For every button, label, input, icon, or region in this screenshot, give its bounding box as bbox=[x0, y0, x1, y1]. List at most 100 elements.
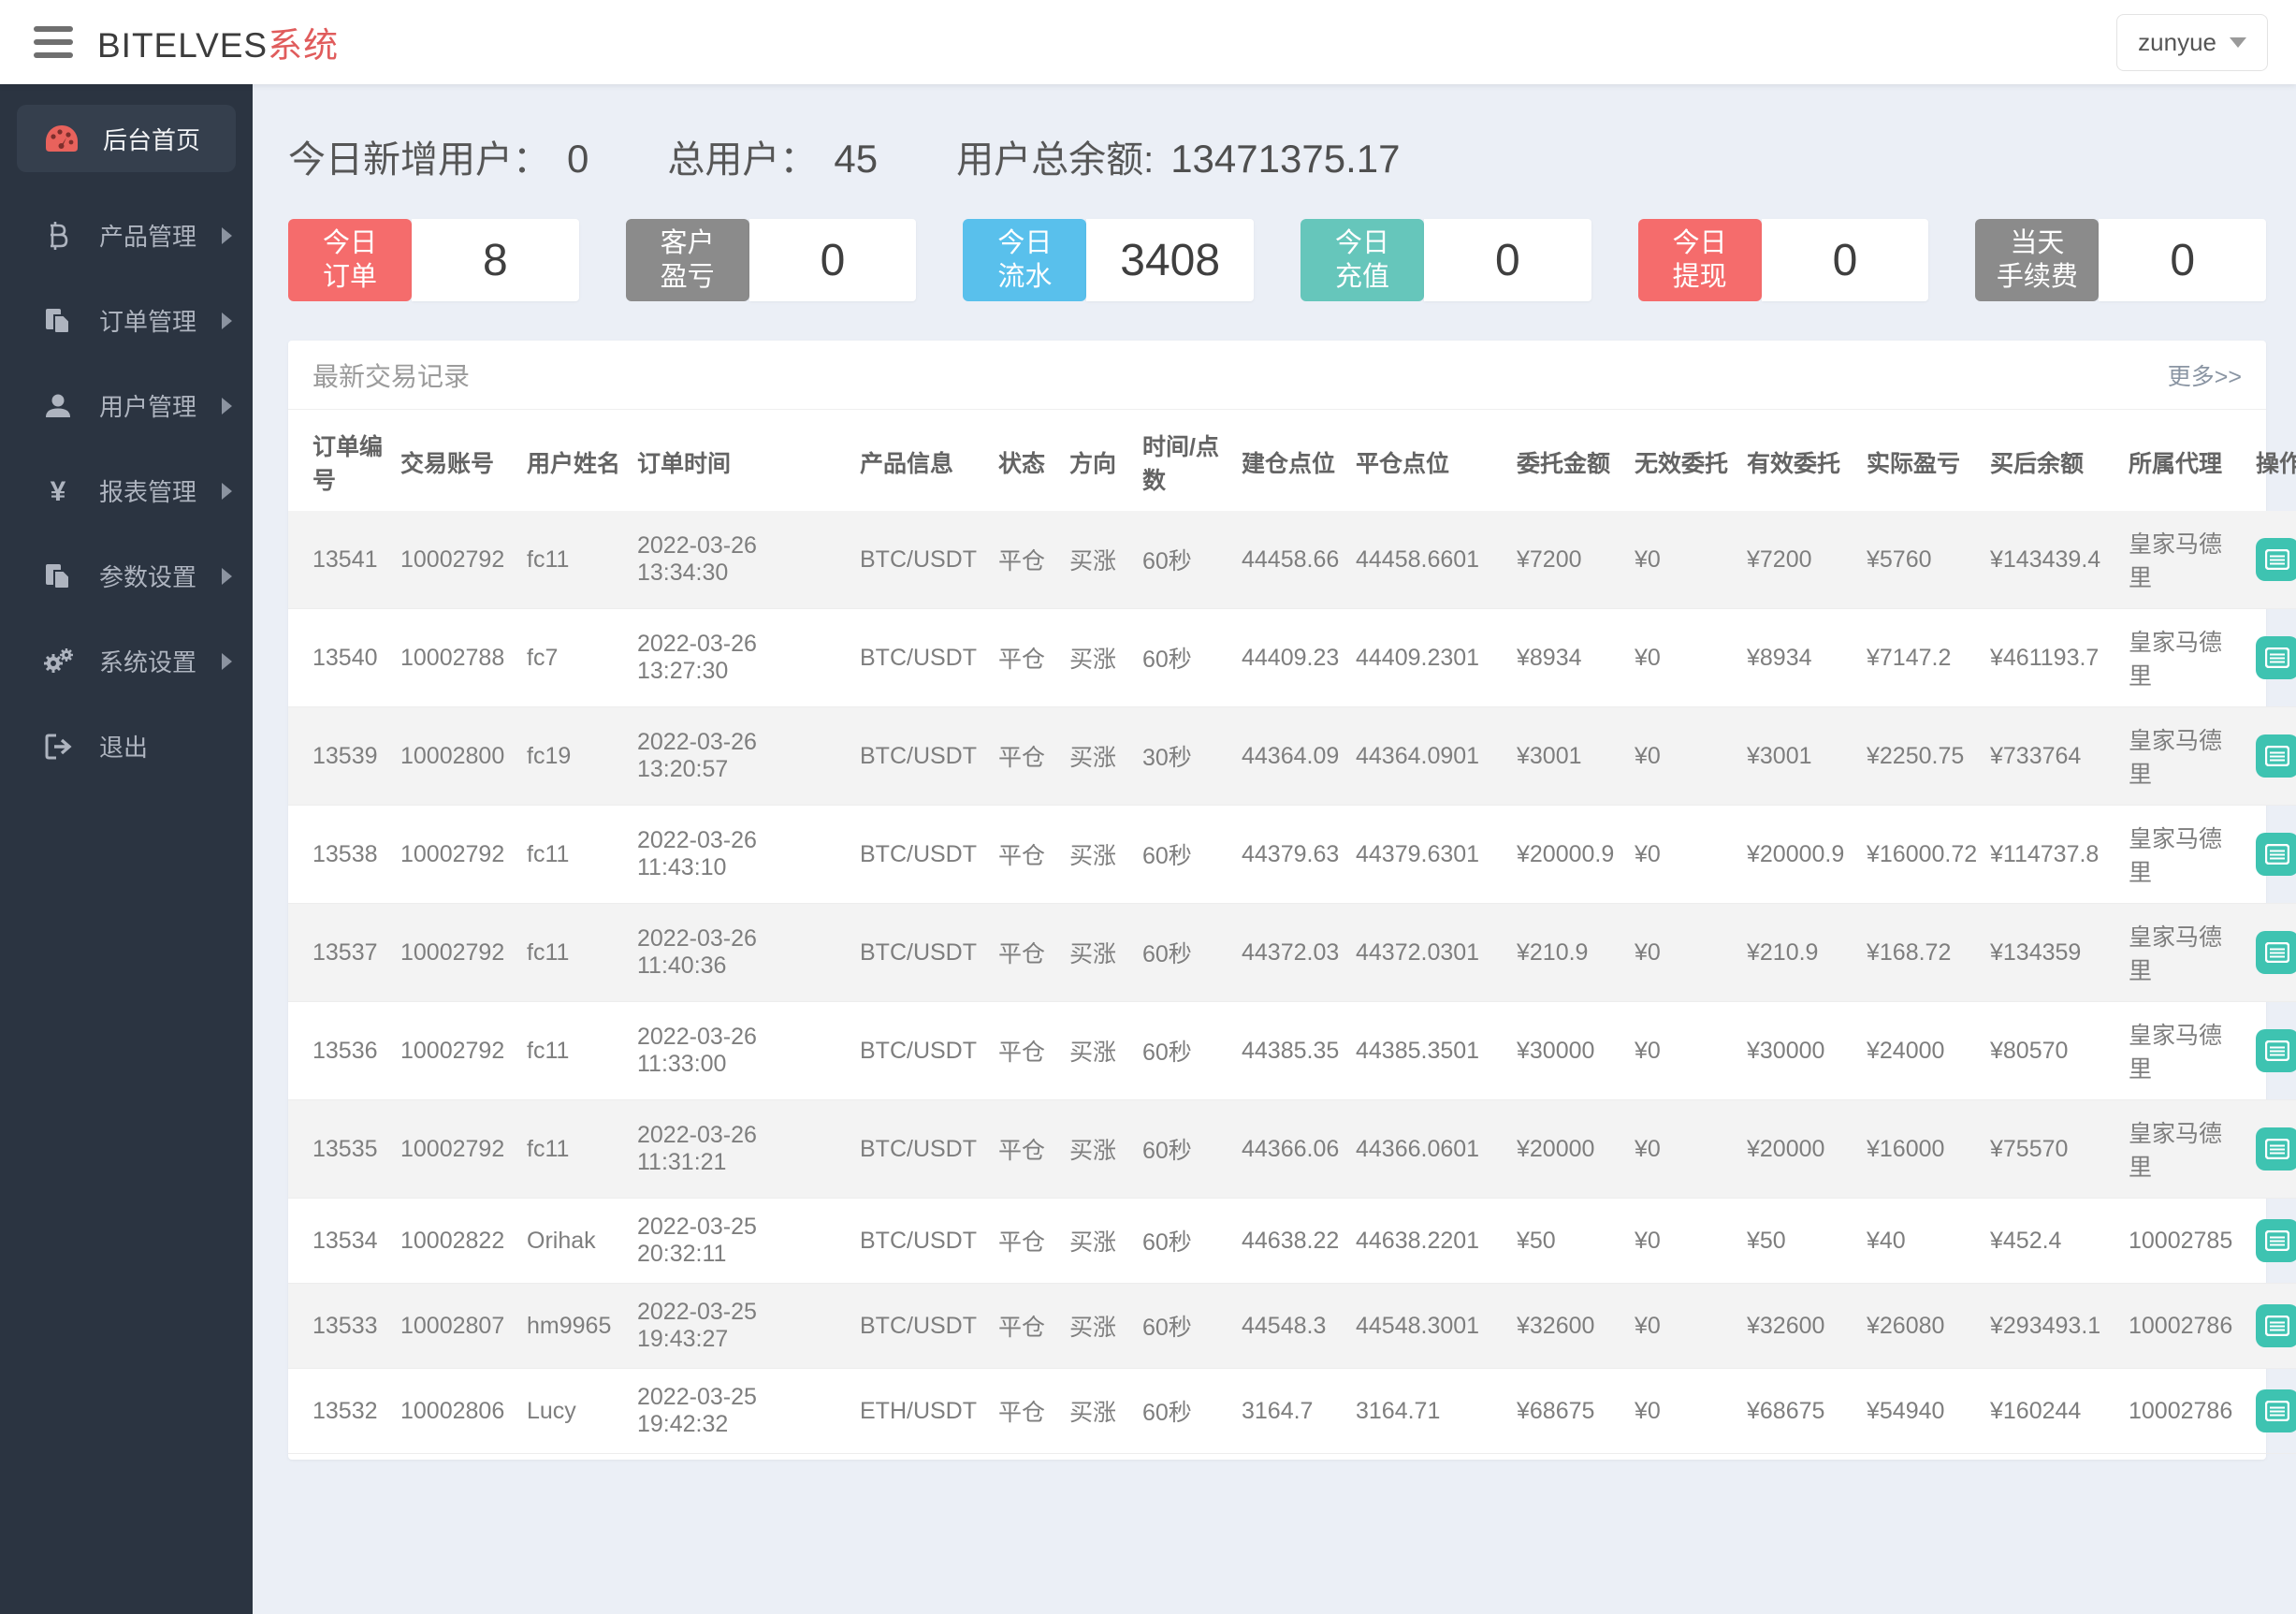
column-header: 操作 bbox=[2256, 451, 2296, 477]
table-row: 13537 10002792 fc11 2022-03-26 11:40:36 … bbox=[288, 903, 2296, 1002]
table-row: 13535 10002792 fc11 2022-03-26 11:31:21 … bbox=[288, 1099, 2296, 1199]
row-detail-button[interactable] bbox=[2256, 636, 2296, 679]
row-detail-button[interactable] bbox=[2256, 931, 2296, 974]
sidebar-item-users[interactable]: 用户管理 bbox=[0, 367, 253, 444]
cell-agent: 10002786 bbox=[2121, 1283, 2248, 1369]
card-today-orders: 今日 订单 8 bbox=[288, 219, 579, 301]
card-value: 0 bbox=[1761, 219, 1929, 301]
cell-order-id: 13537 bbox=[288, 903, 393, 1002]
sidebar-item-reports[interactable]: ¥ 报表管理 bbox=[0, 452, 253, 530]
cell-balance-after: ¥134359 bbox=[1983, 903, 2121, 1002]
cell-order-time: 2022-03-26 11:31:21 bbox=[630, 1099, 852, 1199]
cell-valid-amount: ¥210.9 bbox=[1739, 903, 1859, 1002]
cell-order-id: 13536 bbox=[288, 1001, 393, 1100]
table-row: 13539 10002800 fc19 2022-03-26 13:20:57 … bbox=[288, 706, 2296, 806]
cell-close-price: 44409.2301 bbox=[1348, 608, 1509, 707]
cell-agent: 皇家马德里 bbox=[2121, 903, 2248, 1002]
row-detail-button[interactable] bbox=[2256, 1029, 2296, 1072]
card-customer-pnl: 客户 盈亏 0 bbox=[625, 219, 917, 301]
cell-order-id: 13532 bbox=[288, 1368, 393, 1454]
cell-direction: 买涨 bbox=[1062, 805, 1135, 904]
row-detail-button[interactable] bbox=[2256, 833, 2296, 876]
cell-open-price: 44409.23 bbox=[1234, 608, 1348, 707]
row-detail-button[interactable] bbox=[2256, 734, 2296, 778]
cell-status: 平仓 bbox=[991, 1001, 1062, 1100]
cell-invalid-amount: ¥0 bbox=[1627, 1283, 1739, 1369]
sidebar-item-parameters[interactable]: 参数设置 bbox=[0, 537, 253, 615]
cell-open-price: 44385.35 bbox=[1234, 1001, 1348, 1100]
stat-new-users: 今日新增用户： 0 bbox=[288, 129, 589, 183]
cell-balance-after: ¥143439.4 bbox=[1983, 511, 2121, 609]
column-header: 买后余额 bbox=[1990, 451, 2085, 477]
list-icon bbox=[2265, 1316, 2289, 1336]
sidebar-item-dashboard[interactable]: 后台首页 bbox=[17, 105, 236, 172]
table-row: 13533 10002807 hm9965 2022-03-25 19:43:2… bbox=[288, 1283, 2296, 1369]
cell-order-amount: ¥8934 bbox=[1509, 608, 1627, 707]
cell-direction: 买涨 bbox=[1062, 1283, 1135, 1369]
cell-actual-pnl: ¥168.72 bbox=[1859, 903, 1983, 1002]
more-link[interactable]: 更多>> bbox=[2168, 358, 2242, 392]
chevron-right-icon bbox=[222, 652, 232, 670]
cell-username: fc11 bbox=[519, 903, 630, 1002]
list-icon bbox=[2265, 1139, 2289, 1159]
row-detail-button[interactable] bbox=[2256, 538, 2296, 581]
cell-direction: 买涨 bbox=[1062, 903, 1135, 1002]
cell-status: 平仓 bbox=[991, 805, 1062, 904]
card-value: 3408 bbox=[1086, 219, 1255, 301]
column-header: 时间/点数 bbox=[1142, 434, 1219, 494]
user-name: zunyue bbox=[2138, 27, 2216, 56]
files-icon bbox=[37, 306, 79, 336]
cell-order-id: 13541 bbox=[288, 511, 393, 609]
cell-balance-after: ¥114737.8 bbox=[1983, 805, 2121, 904]
dashboard-icon bbox=[41, 124, 82, 153]
cell-duration: 60秒 bbox=[1135, 903, 1234, 1002]
cell-direction: 买涨 bbox=[1062, 1001, 1135, 1100]
cell-invalid-amount: ¥0 bbox=[1627, 706, 1739, 806]
cell-open-price: 44366.06 bbox=[1234, 1099, 1348, 1199]
sidebar-item-logout[interactable]: 退出 bbox=[0, 707, 253, 785]
cell-agent: 皇家马德里 bbox=[2121, 805, 2248, 904]
cell-actions bbox=[2248, 1099, 2296, 1199]
card-label: 当天 手续费 bbox=[1975, 219, 2100, 301]
table-row: 13536 10002792 fc11 2022-03-26 11:33:00 … bbox=[288, 1001, 2296, 1100]
cell-agent: 皇家马德里 bbox=[2121, 511, 2248, 609]
cell-valid-amount: ¥8934 bbox=[1739, 608, 1859, 707]
column-header: 所属代理 bbox=[2129, 451, 2223, 477]
cell-product: BTC/USDT bbox=[852, 608, 991, 707]
cell-duration: 60秒 bbox=[1135, 1368, 1234, 1454]
cell-invalid-amount: ¥0 bbox=[1627, 511, 1739, 609]
column-header: 订单编号 bbox=[312, 434, 384, 494]
row-detail-button[interactable] bbox=[2256, 1389, 2296, 1432]
row-detail-button[interactable] bbox=[2256, 1219, 2296, 1262]
column-header: 平仓点位 bbox=[1356, 451, 1450, 477]
cell-account: 10002788 bbox=[393, 608, 519, 707]
sidebar-item-products[interactable]: 产品管理 bbox=[0, 196, 253, 274]
stat-value: 45 bbox=[834, 137, 879, 181]
cell-valid-amount: ¥20000 bbox=[1739, 1099, 1859, 1199]
cell-actual-pnl: ¥7147.2 bbox=[1859, 608, 1983, 707]
cell-product: BTC/USDT bbox=[852, 805, 991, 904]
user-icon bbox=[37, 391, 79, 421]
cell-order-time: 2022-03-26 13:34:30 bbox=[630, 511, 852, 609]
sidebar-item-orders[interactable]: 订单管理 bbox=[0, 282, 253, 359]
chevron-right-icon bbox=[222, 567, 232, 585]
row-detail-button[interactable] bbox=[2256, 1127, 2296, 1171]
logout-icon bbox=[37, 732, 79, 762]
cell-order-amount: ¥20000 bbox=[1509, 1099, 1627, 1199]
cell-actual-pnl: ¥24000 bbox=[1859, 1001, 1983, 1100]
cell-close-price: 44458.6601 bbox=[1348, 511, 1509, 609]
cell-actual-pnl: ¥54940 bbox=[1859, 1368, 1983, 1454]
card-label: 今日 流水 bbox=[963, 219, 1087, 301]
chevron-right-icon bbox=[222, 397, 232, 414]
row-detail-button[interactable] bbox=[2256, 1304, 2296, 1347]
hamburger-menu-icon[interactable] bbox=[34, 26, 73, 58]
sidebar-item-system-settings[interactable]: 系统设置 bbox=[0, 622, 253, 700]
cell-duration: 60秒 bbox=[1135, 511, 1234, 609]
cell-balance-after: ¥452.4 bbox=[1983, 1198, 2121, 1284]
cell-status: 平仓 bbox=[991, 903, 1062, 1002]
gears-icon bbox=[37, 647, 79, 676]
cell-close-price: 44385.3501 bbox=[1348, 1001, 1509, 1100]
card-value: 0 bbox=[2099, 219, 2267, 301]
cell-order-time: 2022-03-26 11:40:36 bbox=[630, 903, 852, 1002]
user-dropdown[interactable]: zunyue bbox=[2116, 13, 2268, 71]
